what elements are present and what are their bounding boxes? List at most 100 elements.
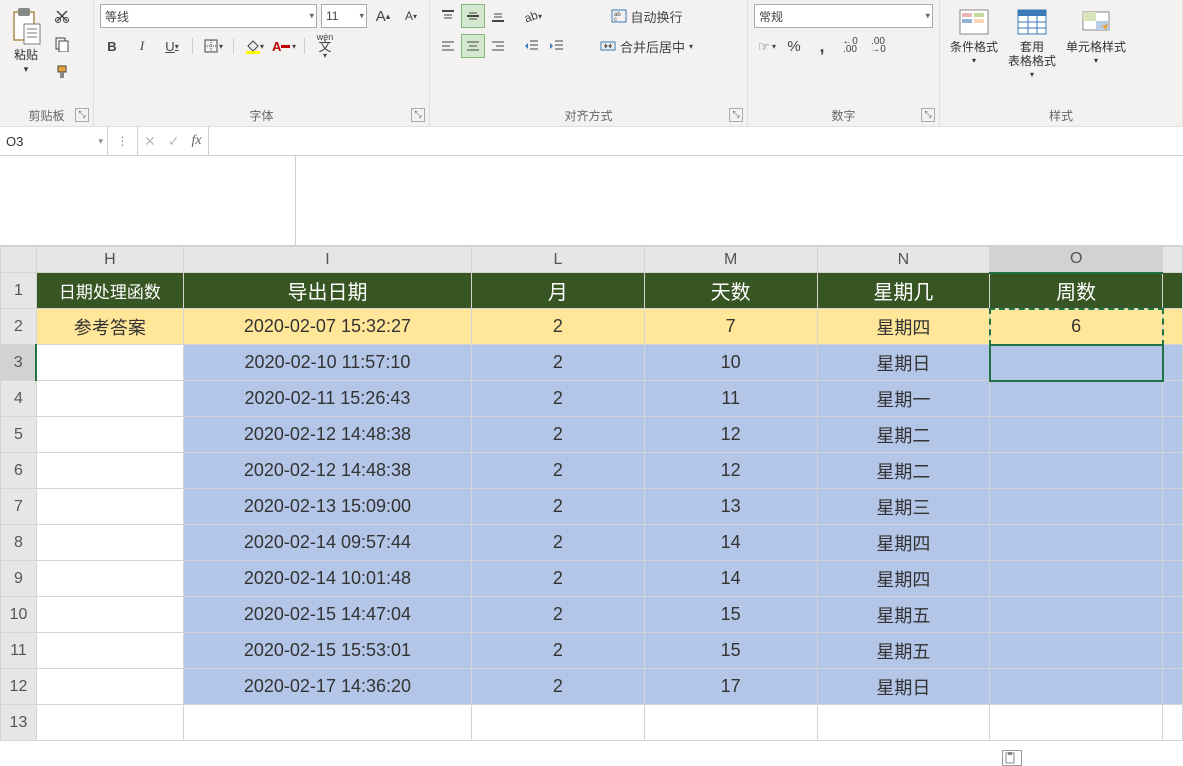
cell-N6[interactable]: 星期二	[817, 453, 990, 489]
cell-O8[interactable]	[990, 525, 1163, 561]
row-header-5[interactable]: 5	[1, 417, 37, 453]
align-top-button[interactable]	[436, 4, 460, 28]
column-header-I[interactable]: I	[183, 247, 471, 273]
cell-L4[interactable]: 2	[472, 381, 645, 417]
increase-indent-button[interactable]	[545, 34, 569, 58]
formula-bar-expand[interactable]: ⋮	[108, 127, 138, 155]
align-center-button[interactable]	[461, 34, 485, 58]
cell-L8[interactable]: 2	[472, 525, 645, 561]
select-all-corner[interactable]	[1, 247, 37, 273]
cell-I8[interactable]: 2020-02-14 09:57:44	[183, 525, 471, 561]
row-header-13[interactable]: 13	[1, 705, 37, 741]
cell-edge[interactable]	[1163, 525, 1183, 561]
format-painter-button[interactable]	[50, 60, 74, 84]
comma-button[interactable]: ,	[810, 34, 834, 58]
row-header-2[interactable]: 2	[1, 309, 37, 345]
cell-M2[interactable]: 7	[644, 309, 817, 345]
cell-I7[interactable]: 2020-02-13 15:09:00	[183, 489, 471, 525]
cell-M4[interactable]: 11	[644, 381, 817, 417]
paste-button[interactable]: 粘贴 ▾	[6, 4, 46, 77]
cell-I11[interactable]: 2020-02-15 15:53:01	[183, 633, 471, 669]
row-header-3[interactable]: 3	[1, 345, 37, 381]
cancel-formula-button[interactable]: ✕	[144, 133, 156, 150]
cell-O3[interactable]	[990, 345, 1163, 381]
cell-H11[interactable]	[36, 633, 183, 669]
number-launcher[interactable]: ⤡	[921, 108, 935, 122]
cell-L2[interactable]: 2	[472, 309, 645, 345]
column-header-H[interactable]: H	[36, 247, 183, 273]
cell-M7[interactable]: 13	[644, 489, 817, 525]
row-header-1[interactable]: 1	[1, 273, 37, 309]
column-header-L[interactable]: L	[472, 247, 645, 273]
cell-L13[interactable]	[472, 705, 645, 741]
cell-N7[interactable]: 星期三	[817, 489, 990, 525]
cell-I4[interactable]: 2020-02-11 15:26:43	[183, 381, 471, 417]
font-color-button[interactable]: A▾	[272, 34, 296, 58]
cell-N8[interactable]: 星期四	[817, 525, 990, 561]
font-launcher[interactable]: ⤡	[411, 108, 425, 122]
cell-L6[interactable]: 2	[472, 453, 645, 489]
paste-options-tag[interactable]	[1002, 750, 1022, 766]
cell-O12[interactable]	[990, 669, 1163, 705]
decrease-indent-button[interactable]	[520, 34, 544, 58]
cell-H5[interactable]	[36, 417, 183, 453]
cell-O7[interactable]	[990, 489, 1163, 525]
cell-H8[interactable]	[36, 525, 183, 561]
cell-I5[interactable]: 2020-02-12 14:48:38	[183, 417, 471, 453]
cell-M13[interactable]	[644, 705, 817, 741]
row-header-10[interactable]: 10	[1, 597, 37, 633]
cut-button[interactable]	[50, 4, 74, 28]
cell-H12[interactable]	[36, 669, 183, 705]
cell-H4[interactable]	[36, 381, 183, 417]
increase-decimal-button[interactable]: ←0.00	[838, 34, 862, 58]
format-as-table-button[interactable]: 套用 表格格式▾	[1004, 4, 1060, 81]
cell-edge[interactable]	[1163, 705, 1183, 741]
row-header-11[interactable]: 11	[1, 633, 37, 669]
accounting-format-button[interactable]: ☞▾	[754, 34, 778, 58]
cell-O11[interactable]	[990, 633, 1163, 669]
cell-H9[interactable]	[36, 561, 183, 597]
fill-color-button[interactable]: ▾	[242, 34, 266, 58]
number-format-combo[interactable]: 常规▾	[754, 4, 933, 28]
cell-L3[interactable]: 2	[472, 345, 645, 381]
alignment-launcher[interactable]: ⤡	[729, 108, 743, 122]
cell-H13[interactable]	[36, 705, 183, 741]
phonetic-button[interactable]: wén文▾	[313, 34, 337, 58]
wrap-text-button[interactable]: abc 自动换行	[594, 4, 699, 28]
cell-L12[interactable]: 2	[472, 669, 645, 705]
cell-N4[interactable]: 星期一	[817, 381, 990, 417]
name-box[interactable]: O3▾	[0, 127, 108, 155]
cell-M6[interactable]: 12	[644, 453, 817, 489]
cell-edge[interactable]	[1163, 273, 1183, 309]
cell-edge[interactable]	[1163, 669, 1183, 705]
row-header-4[interactable]: 4	[1, 381, 37, 417]
font-name-combo[interactable]: 等线▾	[100, 4, 317, 28]
cell-M1[interactable]: 天数	[644, 273, 817, 309]
cell-I13[interactable]	[183, 705, 471, 741]
increase-font-button[interactable]: A▴	[371, 4, 395, 28]
formula-input[interactable]	[209, 127, 1183, 155]
cell-I2[interactable]: 2020-02-07 15:32:27	[183, 309, 471, 345]
cell-N3[interactable]: 星期日	[817, 345, 990, 381]
cell-edge[interactable]	[1163, 309, 1183, 345]
cell-edge[interactable]	[1163, 381, 1183, 417]
row-header-8[interactable]: 8	[1, 525, 37, 561]
underline-button[interactable]: U▾	[160, 34, 184, 58]
cell-O9[interactable]	[990, 561, 1163, 597]
font-size-combo[interactable]: 11▾	[321, 4, 367, 28]
cell-L9[interactable]: 2	[472, 561, 645, 597]
cell-I6[interactable]: 2020-02-12 14:48:38	[183, 453, 471, 489]
cell-L5[interactable]: 2	[472, 417, 645, 453]
cell-I10[interactable]: 2020-02-15 14:47:04	[183, 597, 471, 633]
column-header-O[interactable]: O	[990, 247, 1163, 273]
orientation-button[interactable]: ab▾	[520, 4, 544, 28]
cell-N5[interactable]: 星期二	[817, 417, 990, 453]
cell-M3[interactable]: 10	[644, 345, 817, 381]
cell-O6[interactable]	[990, 453, 1163, 489]
column-header-M[interactable]: M	[644, 247, 817, 273]
cell-N2[interactable]: 星期四	[817, 309, 990, 345]
borders-button[interactable]: ▾	[201, 34, 225, 58]
cell-O5[interactable]	[990, 417, 1163, 453]
cell-H3[interactable]	[36, 345, 183, 381]
row-header-9[interactable]: 9	[1, 561, 37, 597]
